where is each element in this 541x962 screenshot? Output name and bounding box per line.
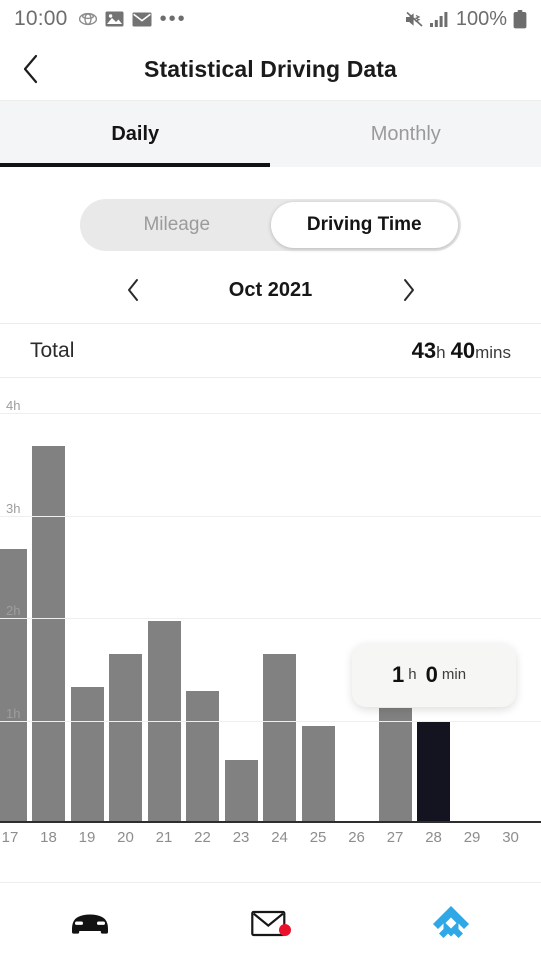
page-header: Statistical Driving Data <box>0 38 541 100</box>
status-right-icons: 100% <box>405 8 527 31</box>
total-hours-unit: h <box>436 342 446 362</box>
chart-x-tick: 28 <box>425 829 442 846</box>
chart-bar[interactable] <box>0 549 27 823</box>
segment-driving-time[interactable]: Driving Time <box>270 202 458 248</box>
chart-x-tick: 21 <box>155 829 173 846</box>
unread-badge <box>279 923 292 936</box>
chart-x-tick: 17 <box>1 829 19 846</box>
image-icon <box>105 11 124 27</box>
chart-y-tick: 2h <box>6 603 21 618</box>
mute-icon <box>405 11 424 28</box>
next-month-button[interactable] <box>394 275 424 305</box>
chart-bar[interactable] <box>301 725 335 823</box>
chart-bar[interactable] <box>70 686 104 823</box>
overflow-dots-icon: ••• <box>159 8 187 30</box>
navigation-diamond-icon <box>430 903 472 943</box>
chart-bar[interactable] <box>186 690 220 823</box>
status-time: 10:00 <box>14 7 68 30</box>
nav-item-messages[interactable] <box>180 908 360 938</box>
tooltip-minutes: 0 <box>425 661 438 687</box>
chart-gridline <box>0 413 541 414</box>
chart-x-tick: 18 <box>40 829 57 846</box>
chart-gridline <box>0 618 541 619</box>
status-bar: 10:00 ••• 100% <box>0 0 541 38</box>
total-minutes-unit: mins <box>475 342 511 362</box>
driving-time-bar-chart[interactable]: 1 h 0 min 1h 2h 3h 4h <box>0 378 541 823</box>
battery-percent-label: 100% <box>455 7 507 30</box>
total-minutes: 40 <box>450 337 476 363</box>
total-value: 43h 40mins <box>412 338 511 364</box>
status-notification-icons: ••• <box>78 8 187 30</box>
app-screen: 10:00 ••• 100% Statistical Driving Data … <box>0 0 541 962</box>
chart-x-tick: 31 <box>529 829 541 846</box>
chart-x-tick: 29 <box>463 829 481 846</box>
chart-y-tick: 4h <box>6 398 21 413</box>
chart-y-tick: 3h <box>6 500 21 516</box>
chart-bars <box>0 378 541 823</box>
month-selector: Oct 2021 <box>0 257 541 323</box>
chart-tooltip: 1 h 0 min <box>351 642 516 707</box>
total-label: Total <box>30 338 75 362</box>
chart-bar[interactable] <box>147 621 181 823</box>
chart-x-tick: 26 <box>348 829 365 846</box>
mail-icon <box>132 12 152 27</box>
tab-daily[interactable]: Daily <box>0 101 271 167</box>
chart-x-tick: 30 <box>502 829 519 846</box>
chart-bar-selected[interactable] <box>417 720 451 823</box>
chart-x-tick: 19 <box>78 829 96 846</box>
tooltip-hours: 1 <box>392 661 405 687</box>
chart-x-tick: 20 <box>117 829 134 846</box>
tooltip-minutes-unit: min <box>441 666 467 683</box>
tab-bar: Daily Monthly <box>0 100 541 167</box>
previous-month-button[interactable] <box>118 275 148 305</box>
chart-x-tick: 24 <box>271 829 288 846</box>
chart-x-axis-labels: 17 18 19 20 21 22 23 24 25 26 27 28 29 30 31 <box>0 823 541 857</box>
chart-bar[interactable] <box>378 708 412 823</box>
tooltip-hours-unit: h <box>408 666 417 683</box>
chart-x-tick: 27 <box>386 829 404 846</box>
tab-monthly[interactable]: Monthly <box>271 101 541 167</box>
total-hours: 43 <box>411 337 437 363</box>
battery-icon <box>513 9 527 29</box>
chart-x-tick: 25 <box>309 829 327 846</box>
total-row: Total 43h 40mins <box>0 323 541 378</box>
nav-item-navigation[interactable] <box>361 903 541 943</box>
chart-bar[interactable] <box>224 760 258 823</box>
chevron-left-icon <box>127 279 138 301</box>
bottom-navigation-bar <box>0 882 541 962</box>
page-title: Statistical Driving Data <box>144 55 397 82</box>
metric-toggle-container: Mileage Driving Time <box>0 167 541 251</box>
chart-bar[interactable] <box>32 445 65 823</box>
metric-segmented-control: Mileage Driving Time <box>80 199 461 251</box>
chart-bar[interactable] <box>109 653 143 823</box>
chevron-right-icon <box>403 279 414 301</box>
chart-x-tick: 23 <box>232 829 250 846</box>
toyota-logo-icon <box>78 12 97 26</box>
car-icon <box>68 909 112 937</box>
chart-y-tick: 1h <box>6 705 21 721</box>
month-label: Oct 2021 <box>228 278 313 301</box>
chart-x-tick: 22 <box>194 829 211 846</box>
chart-gridline <box>0 720 541 722</box>
signal-icon <box>429 11 450 27</box>
nav-item-vehicle[interactable] <box>0 909 180 937</box>
segment-mileage[interactable]: Mileage <box>83 202 271 248</box>
chart-gridline <box>0 515 541 517</box>
active-tab-indicator <box>0 163 270 167</box>
chart-bar[interactable] <box>263 653 297 823</box>
